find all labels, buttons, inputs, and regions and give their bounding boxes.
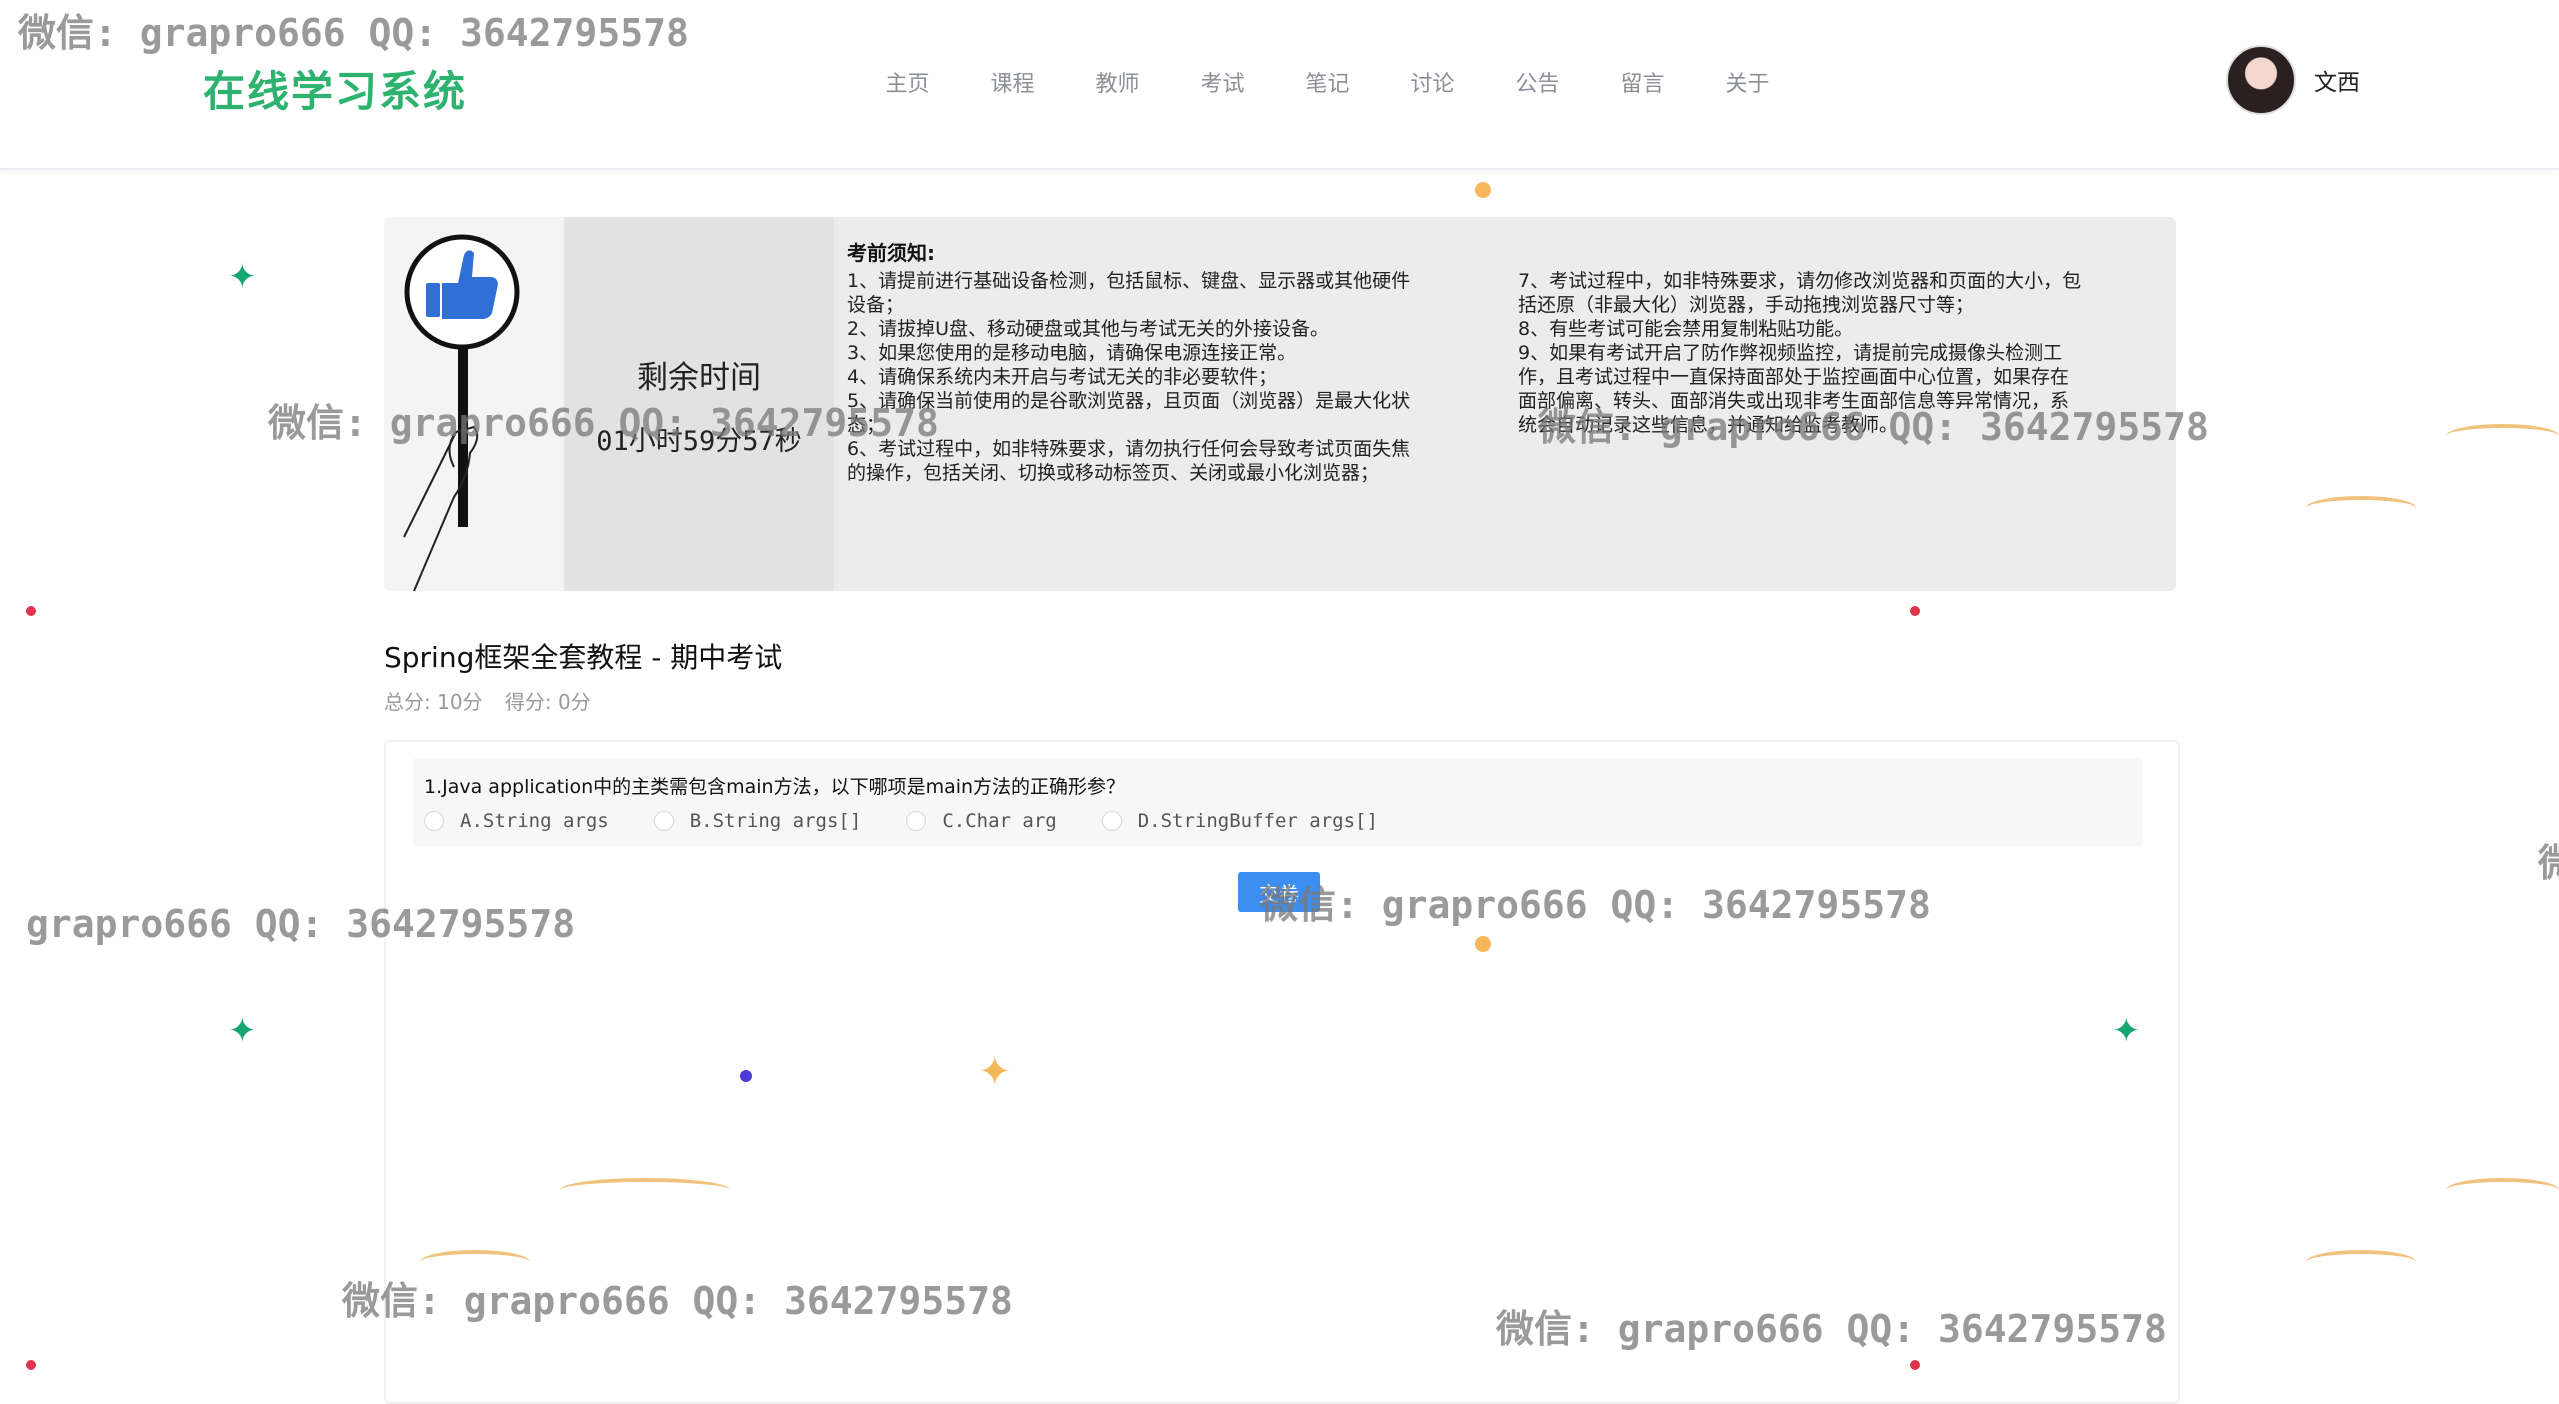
decor-arc	[560, 1178, 730, 1202]
exam-title: Spring框架全套教程 - 期中考试	[384, 641, 783, 674]
watermark-text: 微信: grapro666 QQ: 3642795578	[342, 1279, 1013, 1323]
rule-line: 5、请确保当前使用的是谷歌浏览器，且页面（浏览器）是最大化状	[847, 390, 1411, 412]
nav-item-courses[interactable]: 课程	[960, 66, 1065, 98]
exam-score-info: 总分: 10分 得分: 0分	[384, 686, 607, 715]
total-score: 总分: 10分	[384, 690, 483, 714]
watermark-text: 微信: grapro666 QQ: 3642795578	[268, 401, 939, 445]
question-text: 1.Java application中的主类需包含main方法，以下哪项是mai…	[424, 776, 1126, 798]
option-d[interactable]: D.StringBuffer args[]	[1101, 810, 1378, 832]
rule-line: 8、有些考试可能会禁用复制粘贴功能。	[1518, 318, 1854, 340]
nav-item-teachers[interactable]: 教师	[1065, 66, 1170, 98]
radio-button[interactable]	[653, 811, 674, 831]
answer-options: A.String args B.String args[] C.Char arg…	[424, 810, 1423, 832]
avatar[interactable]	[2226, 45, 2296, 115]
watermark-text: 微信: grapro666 QQ: 3642795578	[1538, 405, 2209, 449]
rule-line: 态；	[847, 414, 886, 436]
rules-left-column: 1、请提前进行基础设备检测，包括鼠标、键盘、显示器或其他硬件 设备； 2、请拔掉…	[847, 269, 1507, 485]
watermark-text: 微信: grapro666 QQ: 3642795578	[1496, 1307, 2167, 1351]
nav-item-exams[interactable]: 考试	[1170, 66, 1275, 98]
rule-line: 的操作，包括关闭、切换或移动标签页、关闭或最小化浏览器；	[847, 462, 1380, 484]
decor-dot	[740, 1070, 752, 1082]
nav-item-about[interactable]: 关于	[1695, 66, 1800, 98]
nav-item-notes[interactable]: 笔记	[1275, 66, 1380, 98]
decor-dot	[26, 1360, 36, 1370]
watermark-text: 微	[2538, 841, 2559, 885]
rule-line: 6、考试过程中，如非特殊要求，请勿执行任何会导致考试页面失焦	[847, 438, 1411, 460]
option-label[interactable]: C.Char arg	[942, 810, 1056, 832]
rule-line: 作，且考试过程中一直保持面部处于监控画面中心位置，如果存在	[1518, 366, 2070, 388]
option-c[interactable]: C.Char arg	[906, 810, 1057, 832]
sparkle-icon: ✦	[228, 1011, 257, 1051]
watermark-text: 微信: grapro666 QQ: 3642795578	[18, 11, 689, 55]
decor-dot	[1910, 606, 1920, 616]
sparkle-icon: ✦	[2112, 1011, 2141, 1051]
decor-dot	[1475, 936, 1491, 952]
radio-button[interactable]	[1101, 811, 1122, 831]
radio-button[interactable]	[424, 811, 444, 831]
sparkle-icon: ✦	[978, 1049, 1012, 1095]
decor-arc	[2446, 424, 2559, 448]
question-item: 1.Java application中的主类需包含main方法，以下哪项是mai…	[413, 758, 2143, 846]
rule-line: 9、如果有考试开启了防作弊视频监控，请提前完成摄像头检测工	[1518, 342, 2063, 364]
nav-item-home[interactable]: 主页	[855, 66, 960, 98]
rule-line: 7、考试过程中，如非特殊要求，请勿修改浏览器和页面的大小，包	[1518, 270, 2082, 292]
sparkle-icon: ✦	[228, 257, 257, 297]
username[interactable]: 文西	[2314, 63, 2360, 97]
watermark-text: grapro666 QQ: 3642795578	[26, 902, 576, 946]
timer-label: 剩余时间	[637, 360, 761, 396]
decor-dot	[1910, 1360, 1920, 1370]
nav-item-discussion[interactable]: 讨论	[1380, 66, 1485, 98]
main-nav: 主页 课程 教师 考试 笔记 讨论 公告 留言 关于	[855, 66, 1800, 98]
decor-arc	[2306, 1250, 2416, 1274]
current-score: 得分: 0分	[504, 690, 591, 714]
rule-line: 1、请提前进行基础设备检测，包括鼠标、键盘、显示器或其他硬件	[847, 270, 1411, 292]
option-label[interactable]: A.String args	[460, 810, 609, 832]
user-menu[interactable]: 文西	[2226, 45, 2360, 115]
decor-dot	[1475, 182, 1491, 198]
rule-line: 4、请确保系统内未开启与考试无关的非必要软件；	[847, 366, 1278, 388]
decor-arc	[2306, 496, 2416, 520]
nav-item-announcements[interactable]: 公告	[1485, 66, 1590, 98]
watermark-text: 微信: grapro666 QQ: 3642795578	[1260, 883, 1931, 927]
radio-button[interactable]	[906, 811, 927, 831]
decor-arc	[2446, 1178, 2559, 1202]
rule-line: 2、请拔掉U盘、移动硬盘或其他与考试无关的外接设备。	[847, 318, 1329, 340]
option-label[interactable]: D.StringBuffer args[]	[1138, 810, 1378, 832]
site-logo[interactable]: 在线学习系统	[203, 58, 467, 119]
option-b[interactable]: B.String args[]	[653, 810, 862, 832]
rules-title: 考前须知:	[847, 241, 935, 265]
decor-dot	[26, 606, 36, 616]
option-label[interactable]: B.String args[]	[690, 810, 862, 832]
rule-line: 设备；	[847, 294, 905, 316]
nav-item-messages[interactable]: 留言	[1590, 66, 1695, 98]
option-a[interactable]: A.String args	[424, 810, 609, 832]
rule-line: 3、如果您使用的是移动电脑，请确保电源连接正常。	[847, 342, 1297, 364]
rule-line: 括还原（非最大化）浏览器，手动拖拽浏览器尺寸等；	[1518, 294, 1975, 316]
